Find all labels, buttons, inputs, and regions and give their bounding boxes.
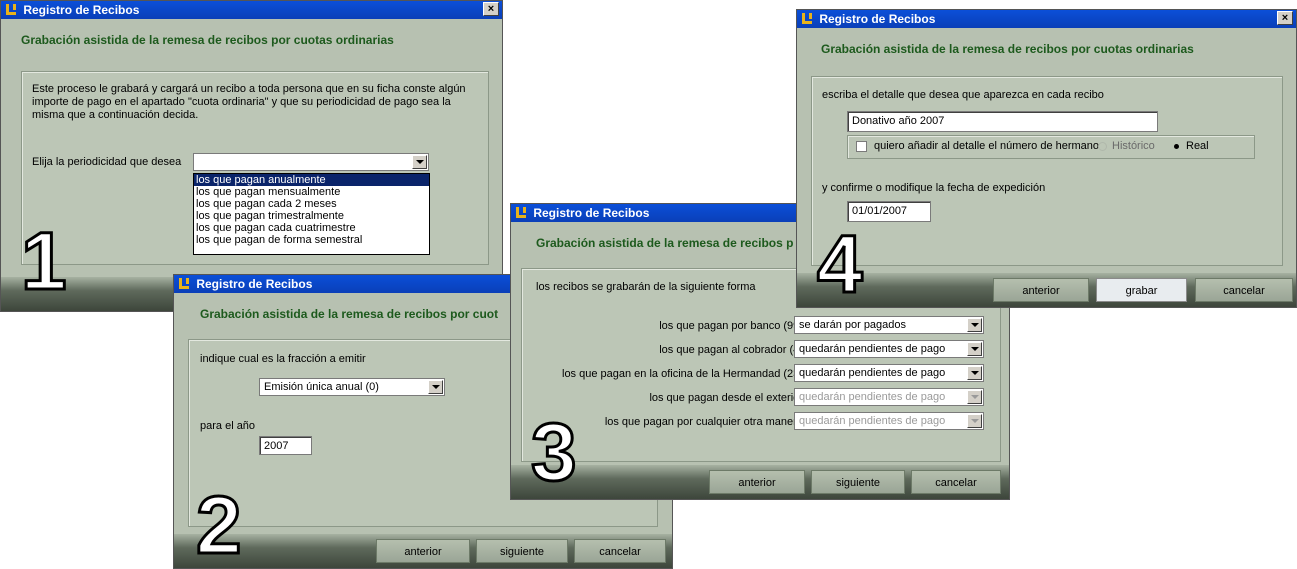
periodicity-dropdown: los que pagan anualmente los que pagan m… [193,173,430,255]
app-logo-icon [6,4,16,15]
chevron-down-icon[interactable] [412,155,427,169]
detail-label: escriba el detalle que desea que aparezc… [822,89,1104,101]
add-number-checkbox[interactable] [856,141,867,152]
close-icon[interactable]: × [1277,11,1293,25]
payment-row-select[interactable]: se darán por pagados [794,316,984,334]
payment-row-value: quedarán pendientes de pago [799,391,946,403]
wizard-heading: Grabación asistida de la remesa de recib… [536,236,794,250]
payment-row-label: los que pagan por cualquier otra manera: [604,416,806,428]
window-title: Registro de Recibos [533,206,650,220]
date-label: y confirme o modifique la fecha de exped… [822,182,1046,194]
content-panel: escriba el detalle que desea que aparezc… [811,76,1283,266]
previous-button[interactable]: anterior [709,470,805,494]
intro-text: los recibos se grabarán de la siguiente … [536,281,756,293]
close-icon[interactable]: × [483,2,499,16]
app-logo-icon [179,278,189,289]
wizard-header: Grabación asistida de la remesa de recib… [797,28,1296,74]
wizard-footer: anterior siguiente cancelar [174,534,672,568]
fraction-value: Emisión única anual (0) [264,381,379,393]
window-title: Registro de Recibos [196,277,313,291]
cancel-button[interactable]: cancelar [911,470,1001,494]
step-number: 2 [195,480,244,569]
real-label: Real [1186,140,1209,152]
chevron-down-icon[interactable] [967,318,982,332]
real-radio[interactable] [1174,144,1179,149]
dropdown-option[interactable]: los que pagan de forma semestral [194,234,429,246]
window-step-1: Registro de Recibos × Grabación asistida… [0,0,503,312]
dropdown-option[interactable]: los que pagan cada cuatrimestre [194,222,429,234]
chevron-down-icon[interactable] [967,342,982,356]
wizard-heading: Grabación asistida de la remesa de recib… [200,307,499,321]
detail-input[interactable]: Donativo año 2007 [847,111,1158,132]
historico-radio[interactable] [1098,142,1107,151]
payment-row-select: quedarán pendientes de pago [794,388,984,406]
app-logo-icon [802,13,812,24]
wizard-footer: anterior grabar cancelar [797,273,1296,307]
description-line: misma que a continuación decida. [32,109,199,121]
next-button[interactable]: siguiente [811,470,905,494]
payment-row-select: quedarán pendientes de pago [794,412,984,430]
cancel-button[interactable]: cancelar [574,539,666,563]
chevron-down-icon[interactable] [428,380,443,394]
next-button[interactable]: siguiente [476,539,568,563]
fraction-select[interactable]: Emisión única anual (0) [259,378,445,396]
payment-row-select[interactable]: quedarán pendientes de pago [794,364,984,382]
wizard-footer: anterior siguiente cancelar [511,465,1009,499]
cancel-button[interactable]: cancelar [1195,278,1293,302]
historico-label: Histórico [1112,140,1155,152]
fraction-label: indique cual es la fracción a emitir [200,353,366,365]
chevron-down-icon [967,414,982,428]
wizard-header: Grabación asistida de la remesa de recib… [1,19,502,65]
payment-row-label: los que pagan al cobrador (4): [659,344,806,356]
save-button[interactable]: grabar [1096,278,1187,302]
description-line: Este proceso le grabará y cargará un rec… [32,83,466,95]
step-number: 3 [530,407,579,498]
payment-row-value: quedarán pendientes de pago [799,367,946,379]
content-panel: Este proceso le grabará y cargará un rec… [21,71,489,265]
chevron-down-icon [967,390,982,404]
payment-row-value: se darán por pagados [799,319,907,331]
year-input[interactable]: 2007 [259,436,312,455]
dropdown-option[interactable]: los que pagan cada 2 meses [194,198,429,210]
dropdown-option[interactable]: los que pagan mensualmente [194,186,429,198]
title-bar[interactable]: Registro de Recibos × [797,10,1296,28]
previous-button[interactable]: anterior [376,539,470,563]
periodicity-label: Elija la periodicidad que desea [32,156,182,168]
payment-row-value: quedarán pendientes de pago [799,415,946,427]
payment-row-label: los que pagan por banco (99): [659,320,806,332]
previous-button[interactable]: anterior [993,278,1089,302]
step-number: 4 [816,219,865,308]
window-title: Registro de Recibos [819,12,936,26]
wizard-heading: Grabación asistida de la remesa de recib… [21,33,394,47]
add-number-label: quiero añadir al detalle el número de he… [874,140,1100,152]
window-title: Registro de Recibos [23,3,140,17]
add-number-group: quiero añadir al detalle el número de he… [847,135,1255,159]
window-step-4: Registro de Recibos × Grabación asistida… [796,9,1297,308]
payment-row-select[interactable]: quedarán pendientes de pago [794,340,984,358]
payment-row-value: quedarán pendientes de pago [799,343,946,355]
payment-row-label: los que pagan en la oficina de la Herman… [562,368,806,380]
year-label: para el año [200,420,256,432]
payment-row-label: los que pagan desde el exterior: [649,392,806,404]
description-line: importe de pago en el apartado "cuota or… [32,96,451,108]
chevron-down-icon[interactable] [967,366,982,380]
wizard-heading: Grabación asistida de la remesa de recib… [821,42,1194,56]
periodicity-select[interactable] [193,153,429,171]
step-number: 1 [20,216,69,307]
title-bar[interactable]: Registro de Recibos × [1,1,502,19]
dropdown-option[interactable]: los que pagan anualmente [194,174,429,186]
app-logo-icon [516,207,526,218]
dropdown-option[interactable]: los que pagan trimestralmente [194,210,429,222]
